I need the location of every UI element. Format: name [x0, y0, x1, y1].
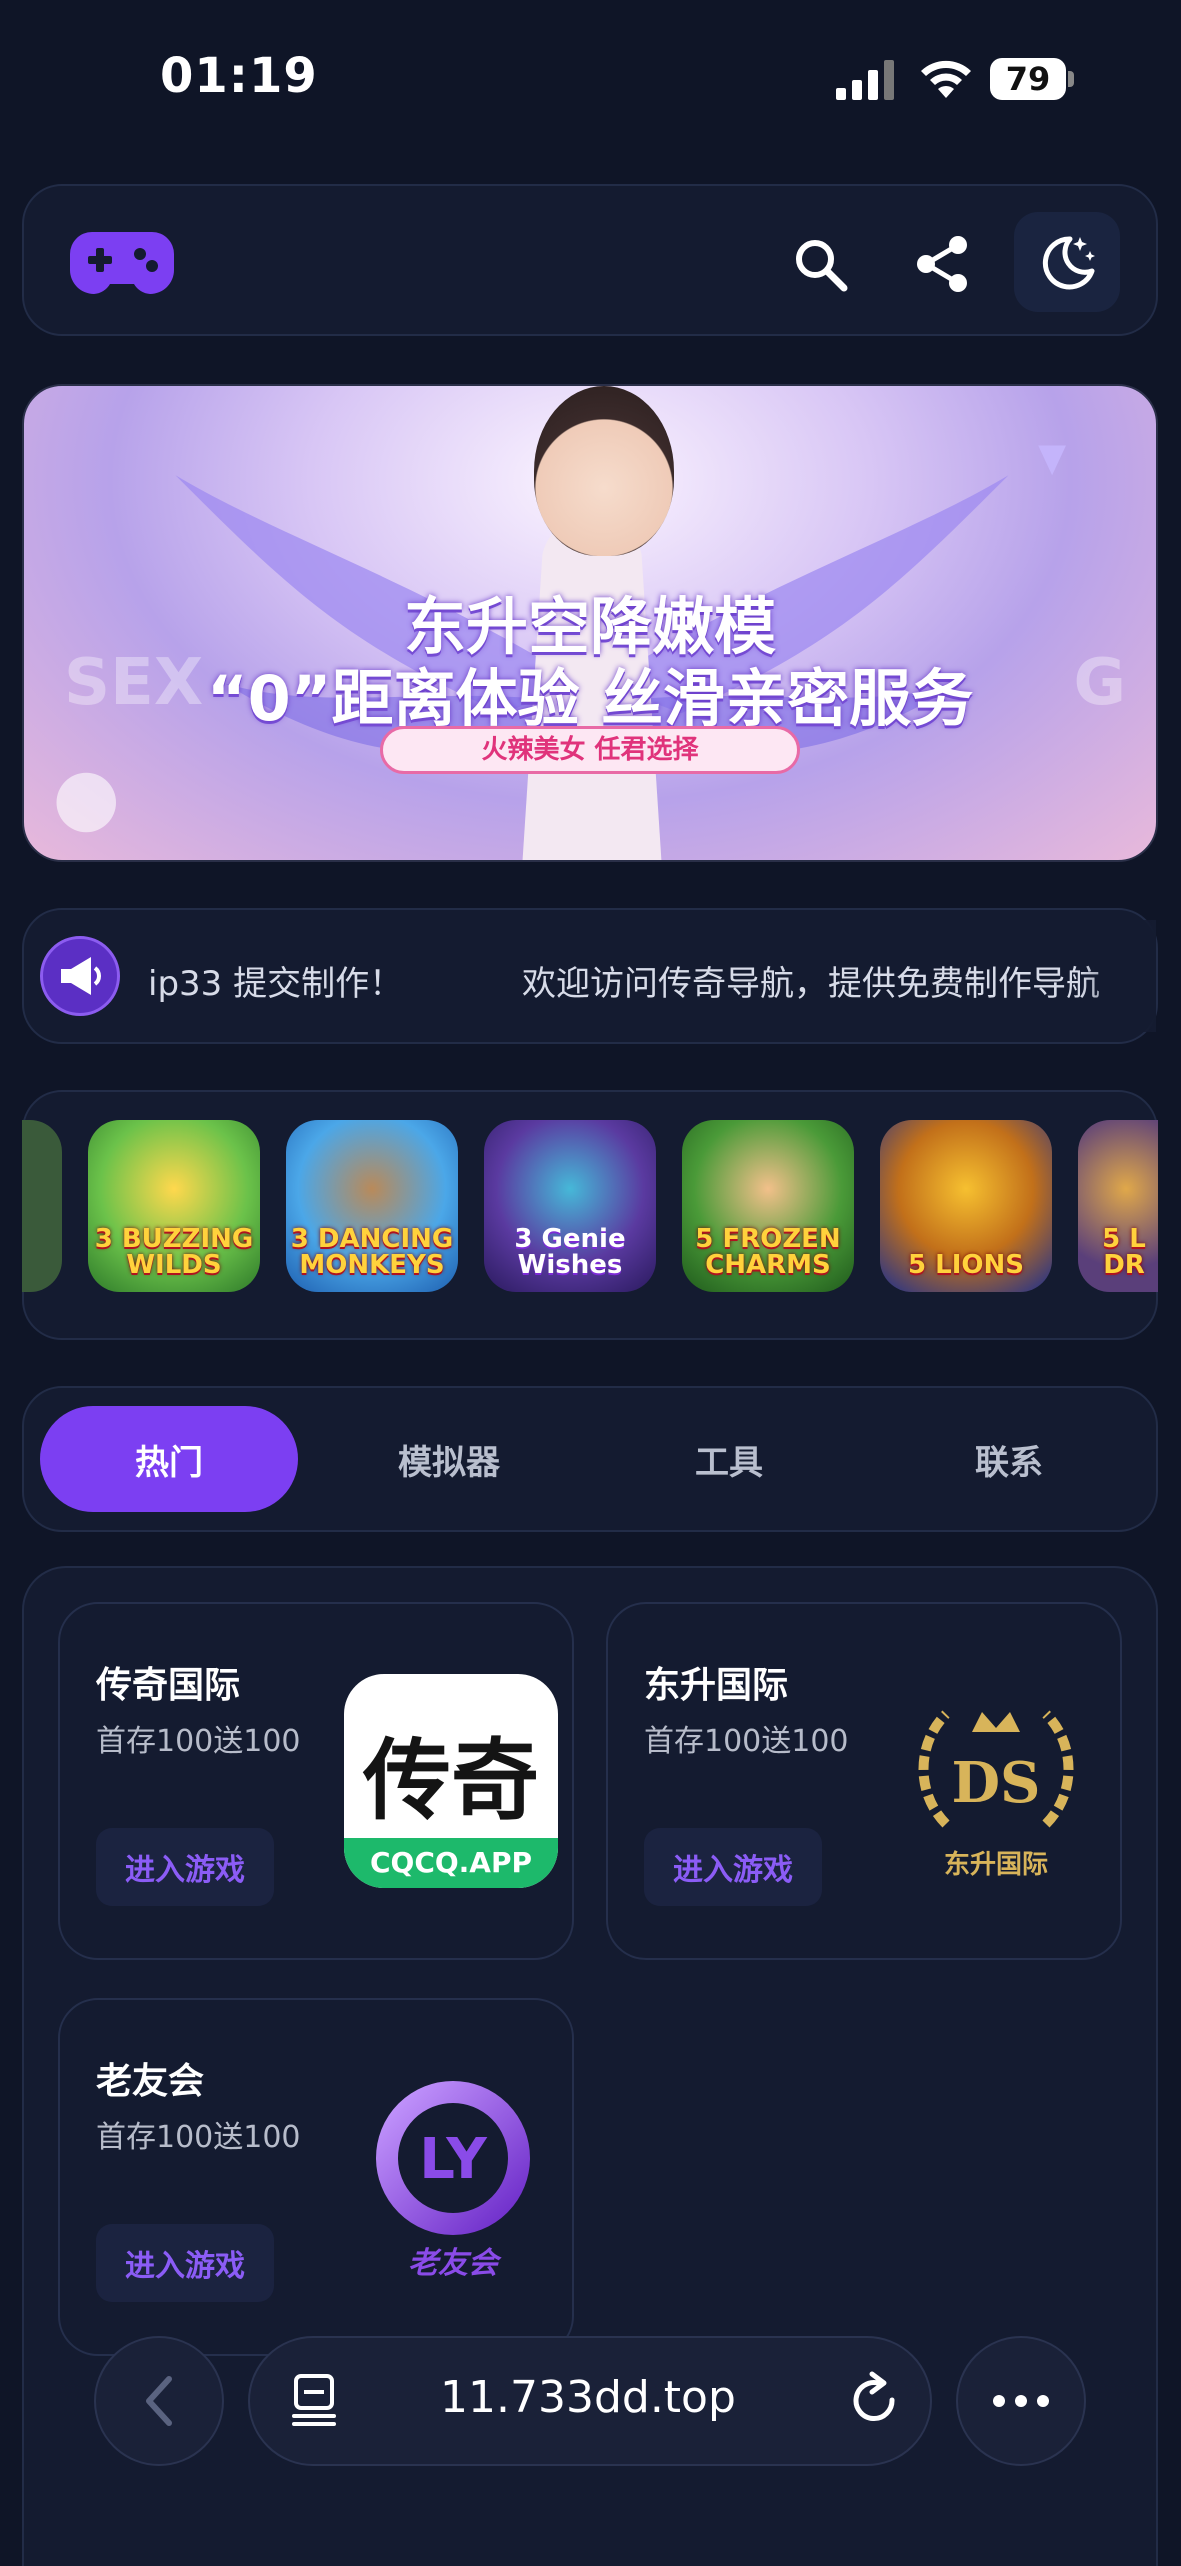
- battery-level: 79: [990, 58, 1066, 100]
- ly-ring-icon: LY: [376, 2081, 530, 2235]
- svg-text:LY: LY: [419, 2127, 488, 2192]
- megaphone-icon: [61, 957, 101, 995]
- tab-tools[interactable]: 工具: [600, 1406, 858, 1512]
- tab-emulator[interactable]: 模拟器: [320, 1406, 578, 1512]
- game-icon-dancing-monkeys[interactable]: 3 DANCING MONKEYS: [286, 1120, 458, 1292]
- banner-title-line2: “0”距离体验 丝滑亲密服务: [206, 662, 974, 735]
- model-portrait: [534, 386, 674, 556]
- marquee-fade: [1080, 920, 1156, 1032]
- game-name: 老友会: [96, 2061, 205, 2102]
- enter-game-button[interactable]: 进入游戏: [644, 1828, 822, 1906]
- game-card-chuanqi[interactable]: 传奇国际 首存100送100 进入游戏 传奇 CQCQ.APP: [58, 1602, 574, 1960]
- chevron-left-icon: [146, 2376, 172, 2426]
- notice-text-2: 欢迎访问传奇导航，提供免费制作导航: [522, 964, 1100, 1004]
- game-name: 东升国际: [644, 1665, 789, 1706]
- game-icon-five-lions[interactable]: 5 LIONS: [880, 1120, 1052, 1292]
- chuanqi-logo: 传奇 CQCQ.APP: [344, 1674, 558, 1888]
- game-icon-0[interactable]: [22, 1120, 62, 1292]
- game-card-dongsheng[interactable]: 东升国际 首存100送100 进入游戏 DS 东升国际: [606, 1602, 1122, 1960]
- megaphone-button[interactable]: [40, 936, 120, 1016]
- more-options-button[interactable]: [956, 2336, 1086, 2466]
- battery-indicator: 79: [990, 58, 1076, 100]
- enter-game-button[interactable]: 进入游戏: [96, 2224, 274, 2302]
- top-header: [22, 184, 1158, 336]
- gamepad-logo-icon[interactable]: [70, 226, 174, 296]
- back-button[interactable]: [94, 2336, 224, 2466]
- tab-hot[interactable]: 热门: [40, 1406, 298, 1512]
- svg-text:DS: DS: [951, 1750, 1040, 1816]
- game-icon-buzzing-wilds[interactable]: 3 BUZZING WILDS: [88, 1120, 260, 1292]
- game-icon-frozen-charms[interactable]: 5 FROZEN CHARMS: [682, 1120, 854, 1292]
- tabs-overview-icon[interactable]: [290, 2372, 338, 2428]
- theme-toggle-button[interactable]: [1014, 212, 1120, 312]
- reload-icon[interactable]: [846, 2370, 904, 2432]
- tab-contact[interactable]: 联系: [880, 1406, 1138, 1512]
- game-promo: 首存100送100: [644, 1724, 849, 1759]
- banner-pill: 火辣美女 任君选择: [380, 726, 800, 774]
- dongsheng-logo: DS 东升国际: [906, 1684, 1086, 1884]
- ellipsis-icon: [993, 2395, 1049, 2407]
- notice-text-1: ip33 提交制作！: [148, 964, 404, 1004]
- status-time: 01:19: [160, 48, 318, 104]
- enter-game-button[interactable]: 进入游戏: [96, 1828, 274, 1906]
- url-text[interactable]: 11.733dd.top: [440, 2372, 736, 2423]
- share-icon: [917, 236, 967, 292]
- game-card-laoyouhui[interactable]: 老友会 首存100送100 进入游戏 LY 老友会: [58, 1998, 574, 2356]
- game-icon-partial[interactable]: 5 L DR: [1078, 1120, 1158, 1292]
- game-promo: 首存100送100: [96, 1724, 301, 1759]
- laoyouhui-logo: LY 老友会: [368, 2080, 538, 2281]
- cellular-signal-icon: [836, 60, 894, 100]
- moon-stars-icon: [1042, 236, 1095, 290]
- search-icon: [796, 240, 848, 292]
- share-button[interactable]: [906, 228, 978, 300]
- promo-banner[interactable]: SEX G 东升空降嫩模 “0”距离体验 丝滑亲密服务 火辣美女 任君选择: [22, 384, 1158, 862]
- game-name: 传奇国际: [96, 1665, 241, 1706]
- laurel-crown-icon: DS: [918, 1710, 1074, 1828]
- banner-pill-text: 火辣美女 任君选择: [481, 735, 699, 765]
- game-promo: 首存100送100: [96, 2120, 301, 2155]
- search-button[interactable]: [784, 228, 856, 300]
- game-icon-genie-wishes[interactable]: 3 Genie Wishes: [484, 1120, 656, 1292]
- wifi-icon: [921, 60, 971, 98]
